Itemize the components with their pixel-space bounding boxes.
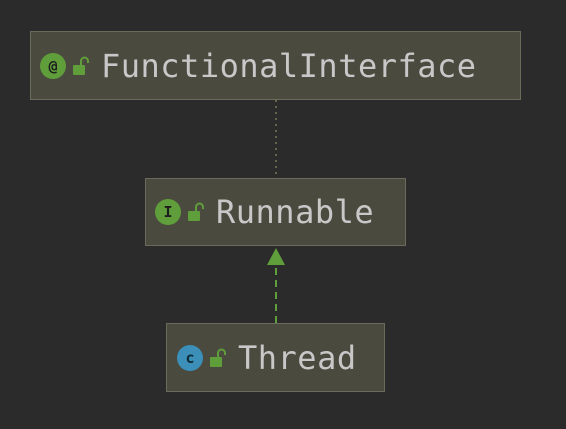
node-label: FunctionalInterface: [101, 46, 477, 85]
node-functional-interface[interactable]: @ FunctionalInterface: [30, 31, 521, 100]
node-runnable[interactable]: I Runnable: [145, 178, 406, 246]
unlocked-lock-icon: [188, 202, 204, 221]
implements-arrowhead: [267, 248, 285, 265]
unlocked-lock-icon: [73, 56, 89, 75]
node-label: Runnable: [216, 193, 375, 231]
annotation-icon: @: [40, 52, 66, 79]
unlocked-lock-icon: [210, 348, 226, 367]
node-thread[interactable]: c Thread: [166, 323, 385, 392]
interface-icon: I: [155, 199, 181, 225]
class-icon: c: [177, 344, 203, 371]
node-label: Thread: [238, 338, 357, 377]
